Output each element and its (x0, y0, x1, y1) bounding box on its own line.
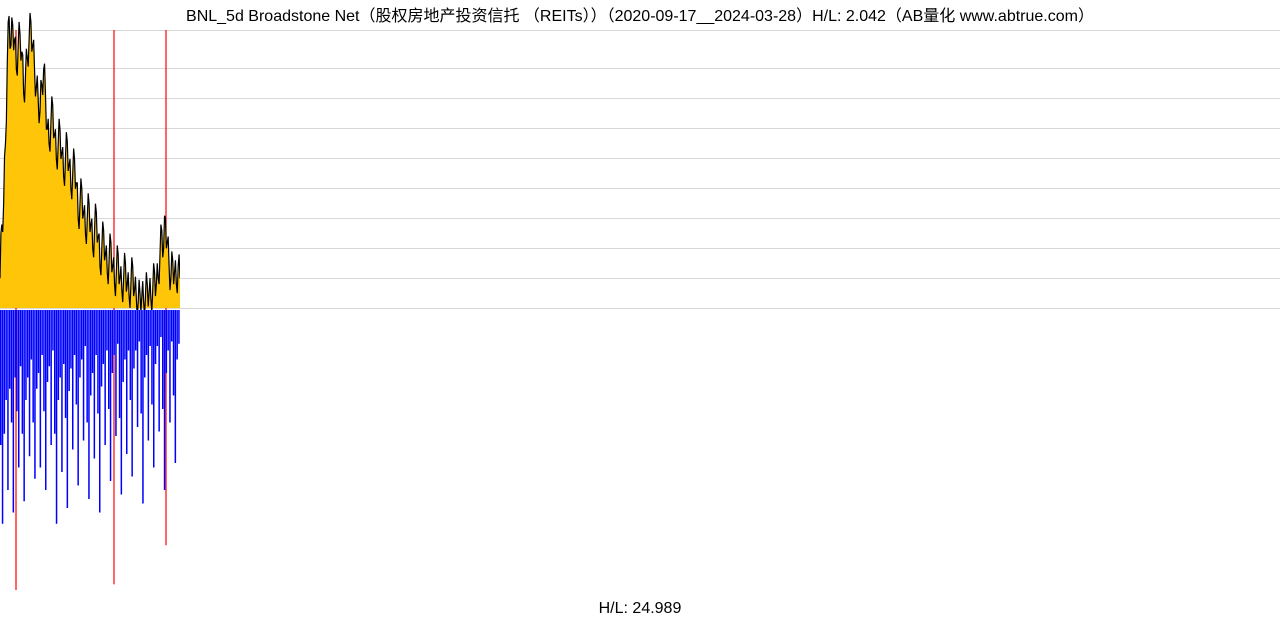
chart-title: BNL_5d Broadstone Net（股权房地产投资信托 （REITs））… (0, 2, 1280, 26)
footer-hl-ratio: H/L: 24.989 (0, 600, 1280, 618)
price-gridlines (0, 30, 1280, 310)
volume-chart (0, 310, 180, 610)
price-chart (0, 0, 180, 310)
